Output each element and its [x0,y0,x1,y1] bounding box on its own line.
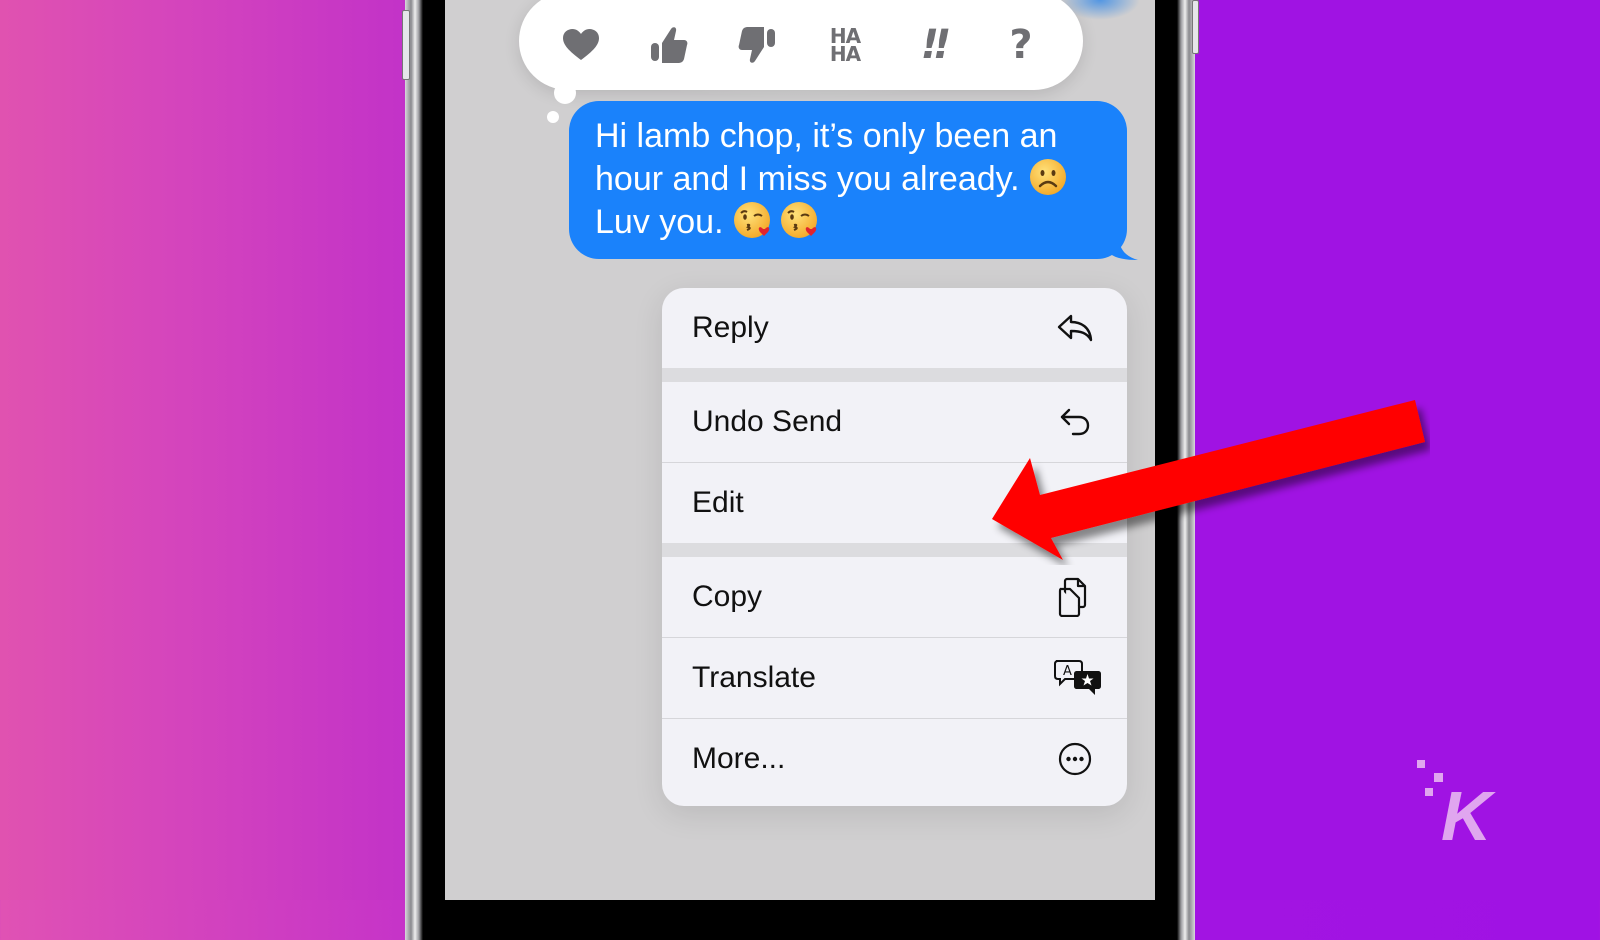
thumbs-up-icon [651,27,688,63]
phone-power-button [1192,0,1199,54]
double-exclamation-icon: !! [920,22,952,68]
menu-item-label: More... [692,742,786,775]
tapback-thumbs-up[interactable] [641,17,697,73]
haha-line-2: HA [829,42,861,66]
menu-item-undo-send[interactable]: Undo Send [662,382,1127,462]
kiss-face-emoji [733,201,771,239]
menu-item-copy[interactable]: Copy [662,557,1127,637]
question-mark-icon: ? [1009,22,1033,68]
bubble-tail [1108,230,1138,260]
message-bubble[interactable]: Hi lamb chop, it’s only been an hour and… [569,101,1127,259]
menu-section-divider [662,543,1127,557]
menu-item-label: Reply [692,311,769,344]
more-ellipsis-icon [1055,739,1095,779]
slightly-frowning-face-emoji [1029,158,1067,196]
tapback-emphasize[interactable]: !! [905,17,961,73]
phone-volume-button [402,10,410,80]
tapback-bubble-dot [554,82,576,104]
menu-item-label: Edit [692,486,744,519]
kiss-face-emoji [780,201,818,239]
menu-section-divider [662,368,1127,382]
tapback-thumbs-down[interactable] [729,17,785,73]
reply-icon [1055,308,1095,348]
translate-icon: A [1053,658,1103,698]
tapback-bubble-dot [547,111,559,123]
knowtechie-logo: K [1417,760,1496,848]
heart-icon [563,29,599,60]
svg-text:A: A [1063,664,1072,679]
menu-item-label: Undo Send [692,405,843,438]
menu-item-label: Copy [692,580,763,613]
thumbs-down-icon [738,27,775,63]
message-line-3: Luv you. [595,201,1105,244]
background-right [1190,0,1600,900]
tapback-heart[interactable] [553,17,609,73]
menu-item-more[interactable]: More... [662,719,1127,799]
undo-icon [1055,402,1095,442]
tapback-bar: HA HA !! ? [519,0,1083,90]
copy-icon [1055,577,1095,617]
logo-letter: K [1441,777,1496,848]
menu-item-label: Translate [692,661,816,694]
tapback-question[interactable]: ? [993,17,1049,73]
background-left [0,0,410,900]
message-line-2: hour and I miss you already. [595,158,1105,201]
menu-item-translate[interactable]: Translate A [662,638,1127,718]
haha-icon: HA HA [829,26,861,66]
logo-dot [1425,788,1433,796]
context-menu: Reply Undo Send Edit Copy Translate A Mo… [662,288,1127,806]
menu-item-reply[interactable]: Reply [662,288,1127,368]
message-line-1: Hi lamb chop, it’s only been an [595,117,1058,155]
logo-dot [1417,760,1425,768]
menu-item-edit[interactable]: Edit [662,463,1127,543]
tapback-haha[interactable]: HA HA [817,17,873,73]
